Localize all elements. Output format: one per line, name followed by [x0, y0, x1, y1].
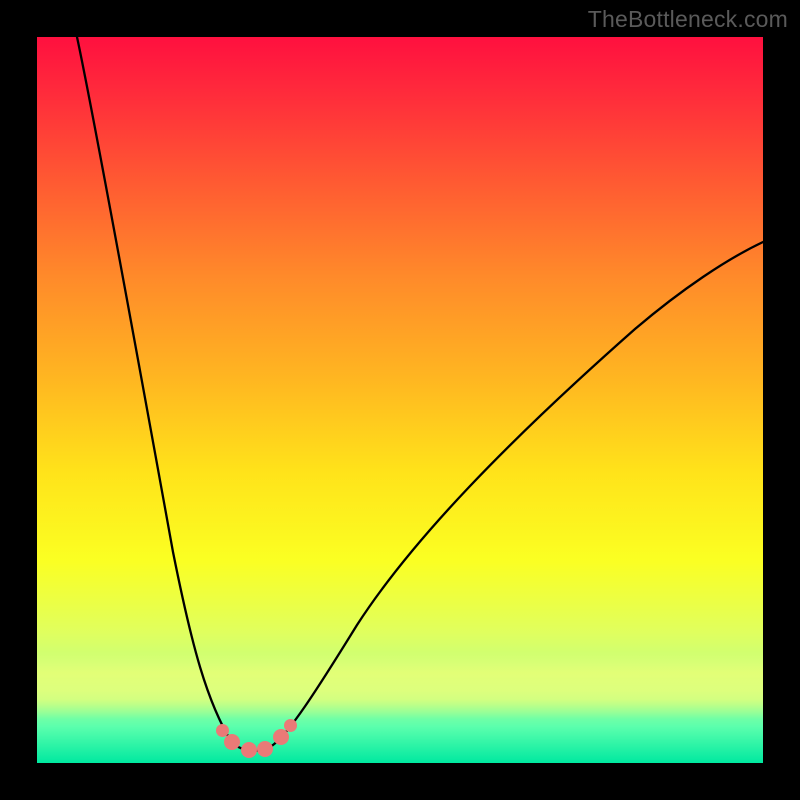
- watermark-text: TheBottleneck.com: [588, 6, 788, 33]
- chart-frame: TheBottleneck.com: [0, 0, 800, 800]
- marker-dot: [241, 742, 257, 758]
- curve-path: [77, 37, 763, 751]
- marker-dot: [257, 741, 273, 757]
- marker-dot: [273, 729, 289, 745]
- marker-dot: [224, 734, 240, 750]
- bottleneck-curve: [37, 37, 763, 763]
- marker-dot: [284, 719, 297, 732]
- plot-area: [37, 37, 763, 763]
